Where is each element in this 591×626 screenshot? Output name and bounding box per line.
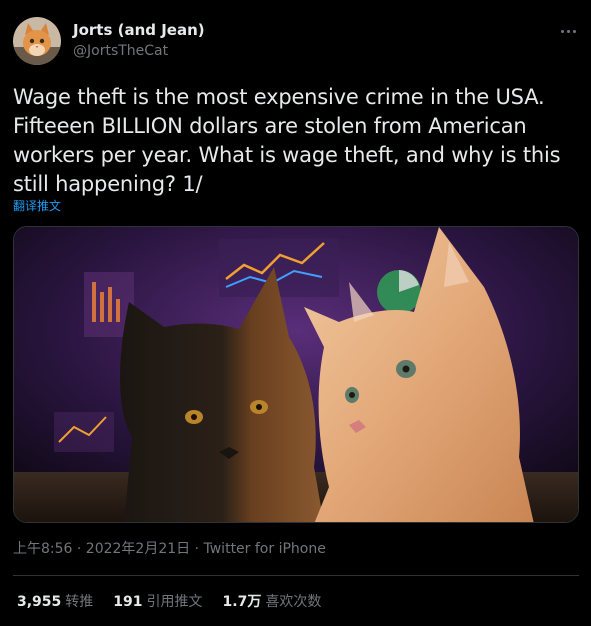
two-cats-photo-image xyxy=(14,227,578,522)
more-options-button[interactable] xyxy=(553,20,583,42)
likes-stat[interactable]: 1.7万 喜欢次数 xyxy=(223,593,322,611)
retweets-label: 转推 xyxy=(65,594,94,610)
likes-count: 1.7万 xyxy=(222,594,262,610)
more-dot-icon xyxy=(572,29,576,33)
tweet-timestamp: 上午8:56 · 2022年2月21日 · Twitter for iPhone xyxy=(13,540,326,558)
more-dot-icon xyxy=(566,29,570,33)
orange-cat-avatar-icon xyxy=(13,17,61,65)
tweet-stats: 3,955 转推 191 引用推文 1.7万 喜欢次数 xyxy=(17,593,321,611)
tweet-source-link[interactable]: Twitter for iPhone xyxy=(204,541,326,557)
quote-tweets-count: 191 xyxy=(113,594,143,610)
avatar[interactable] xyxy=(13,17,61,65)
retweets-count: 3,955 xyxy=(17,594,62,610)
tweet-text: Wage theft is the most expensive crime i… xyxy=(13,85,561,196)
tweet-media[interactable] xyxy=(13,226,579,523)
likes-label: 喜欢次数 xyxy=(265,594,322,610)
more-dot-icon xyxy=(560,29,564,33)
tweet-card: Jorts (and Jean) @JortsTheCat Wage theft… xyxy=(0,0,591,626)
user-handle[interactable]: @JortsTheCat xyxy=(73,41,168,61)
timestamp-text[interactable]: 上午8:56 · 2022年2月21日 · xyxy=(13,541,204,557)
quote-tweets-stat[interactable]: 191 引用推文 xyxy=(113,593,202,611)
translate-tweet-link[interactable]: 翻译推文 xyxy=(13,198,61,214)
retweets-stat[interactable]: 3,955 转推 xyxy=(17,593,93,611)
display-name[interactable]: Jorts (and Jean) xyxy=(73,20,205,40)
quote-tweets-label: 引用推文 xyxy=(146,594,203,610)
divider xyxy=(13,575,579,576)
